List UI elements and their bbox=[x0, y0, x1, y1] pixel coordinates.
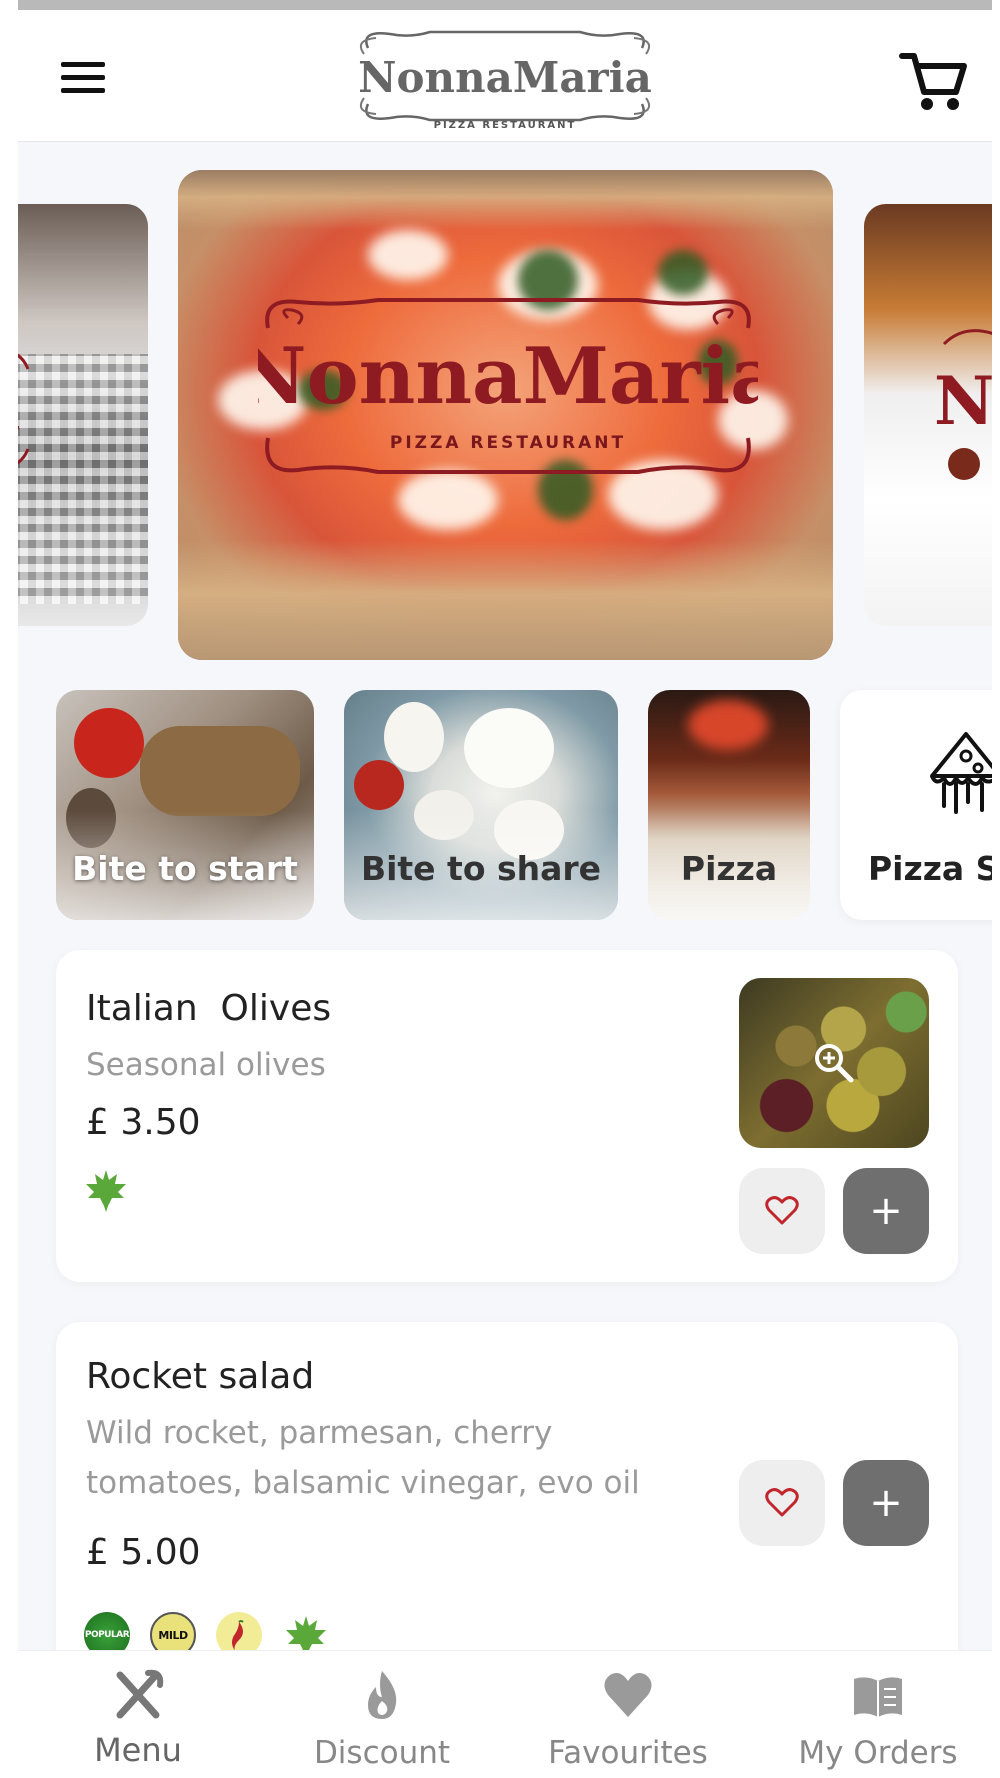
category-label: Pizza Sp bbox=[868, 849, 992, 888]
cart-icon[interactable] bbox=[898, 46, 968, 116]
book-icon bbox=[854, 1677, 902, 1717]
heart-outline-icon bbox=[765, 1196, 799, 1225]
brand-name-text: NonnaMaria bbox=[358, 53, 652, 102]
leaf-icon bbox=[86, 1170, 126, 1212]
category-pizza-special[interactable]: Pizza Sp bbox=[840, 690, 992, 920]
status-bar bbox=[18, 0, 992, 10]
category-strip[interactable]: Bite to start Bite to share Pizza Pizza … bbox=[18, 690, 992, 922]
flame-icon bbox=[368, 1671, 397, 1719]
product-price: £ 5.00 bbox=[86, 1532, 201, 1573]
brand-logo[interactable]: NonnaMaria PIZZA RESTAURANT bbox=[350, 20, 660, 132]
product-name: Rocket salad bbox=[86, 1356, 315, 1397]
category-label: Bite to start bbox=[72, 849, 298, 888]
product-price: £ 3.50 bbox=[86, 1102, 201, 1143]
favourite-button[interactable] bbox=[739, 1460, 825, 1546]
pizza-special-icon bbox=[930, 732, 992, 814]
zoom-icon[interactable] bbox=[811, 1040, 859, 1088]
category-label: Bite to share bbox=[360, 849, 602, 888]
product-description: Seasonal olives bbox=[86, 1047, 326, 1083]
carousel-slide-previous[interactable]: a bbox=[18, 204, 148, 626]
nav-favourites[interactable]: Favourites bbox=[518, 1651, 738, 1778]
svg-text:N: N bbox=[934, 362, 992, 440]
nav-menu[interactable]: Menu bbox=[48, 1651, 228, 1778]
carousel-slide-next[interactable]: N bbox=[864, 204, 992, 626]
category-pizza[interactable]: Pizza bbox=[648, 690, 810, 920]
app-header: NonnaMaria PIZZA RESTAURANT bbox=[18, 10, 992, 142]
product-name: Italian Olives bbox=[86, 988, 332, 1029]
product-description-line: tomatoes, balsamic vinegar, evo oil bbox=[86, 1465, 640, 1501]
promo-carousel[interactable]: a NonnaMaria PIZZA RESTAURANT N bbox=[18, 170, 992, 660]
nav-my-orders[interactable]: My Orders bbox=[778, 1651, 978, 1778]
add-to-cart-button[interactable]: + bbox=[843, 1460, 929, 1546]
product-image[interactable] bbox=[739, 978, 929, 1148]
hamburger-menu-icon[interactable] bbox=[58, 56, 110, 100]
nav-label: Discount bbox=[313, 1735, 451, 1771]
slide-tagline-text: PIZZA RESTAURANT bbox=[390, 433, 626, 453]
category-bite-to-share[interactable]: Bite to share bbox=[344, 690, 618, 920]
category-bite-to-start[interactable]: Bite to start bbox=[56, 690, 314, 920]
nav-label: Favourites bbox=[548, 1735, 708, 1771]
brand-tagline-text: PIZZA RESTAURANT bbox=[434, 120, 577, 131]
nav-label: Menu bbox=[94, 1731, 182, 1769]
carousel-slide-current[interactable]: NonnaMaria PIZZA RESTAURANT bbox=[178, 170, 833, 660]
bottom-navigation: Menu Discount Favourites My Orders bbox=[18, 1650, 992, 1778]
cutlery-icon bbox=[116, 1669, 164, 1719]
product-card[interactable]: Italian Olives Seasonal olives £ 3.50 + bbox=[56, 950, 958, 1282]
nav-discount[interactable]: Discount bbox=[292, 1651, 472, 1778]
slide-brand-text: NonnaMaria bbox=[258, 331, 758, 422]
heart-outline-icon bbox=[765, 1488, 799, 1517]
product-description-line: Wild rocket, parmesan, cherry bbox=[86, 1415, 553, 1451]
favourite-button[interactable] bbox=[739, 1168, 825, 1254]
heart-icon bbox=[604, 1673, 652, 1717]
add-to-cart-button[interactable]: + bbox=[843, 1168, 929, 1254]
category-label: Pizza bbox=[680, 849, 778, 888]
app-screen: NonnaMaria PIZZA RESTAURANT a NonnaMaria… bbox=[18, 0, 992, 1778]
nav-label: My Orders bbox=[798, 1735, 958, 1771]
svg-text:a: a bbox=[18, 377, 20, 443]
